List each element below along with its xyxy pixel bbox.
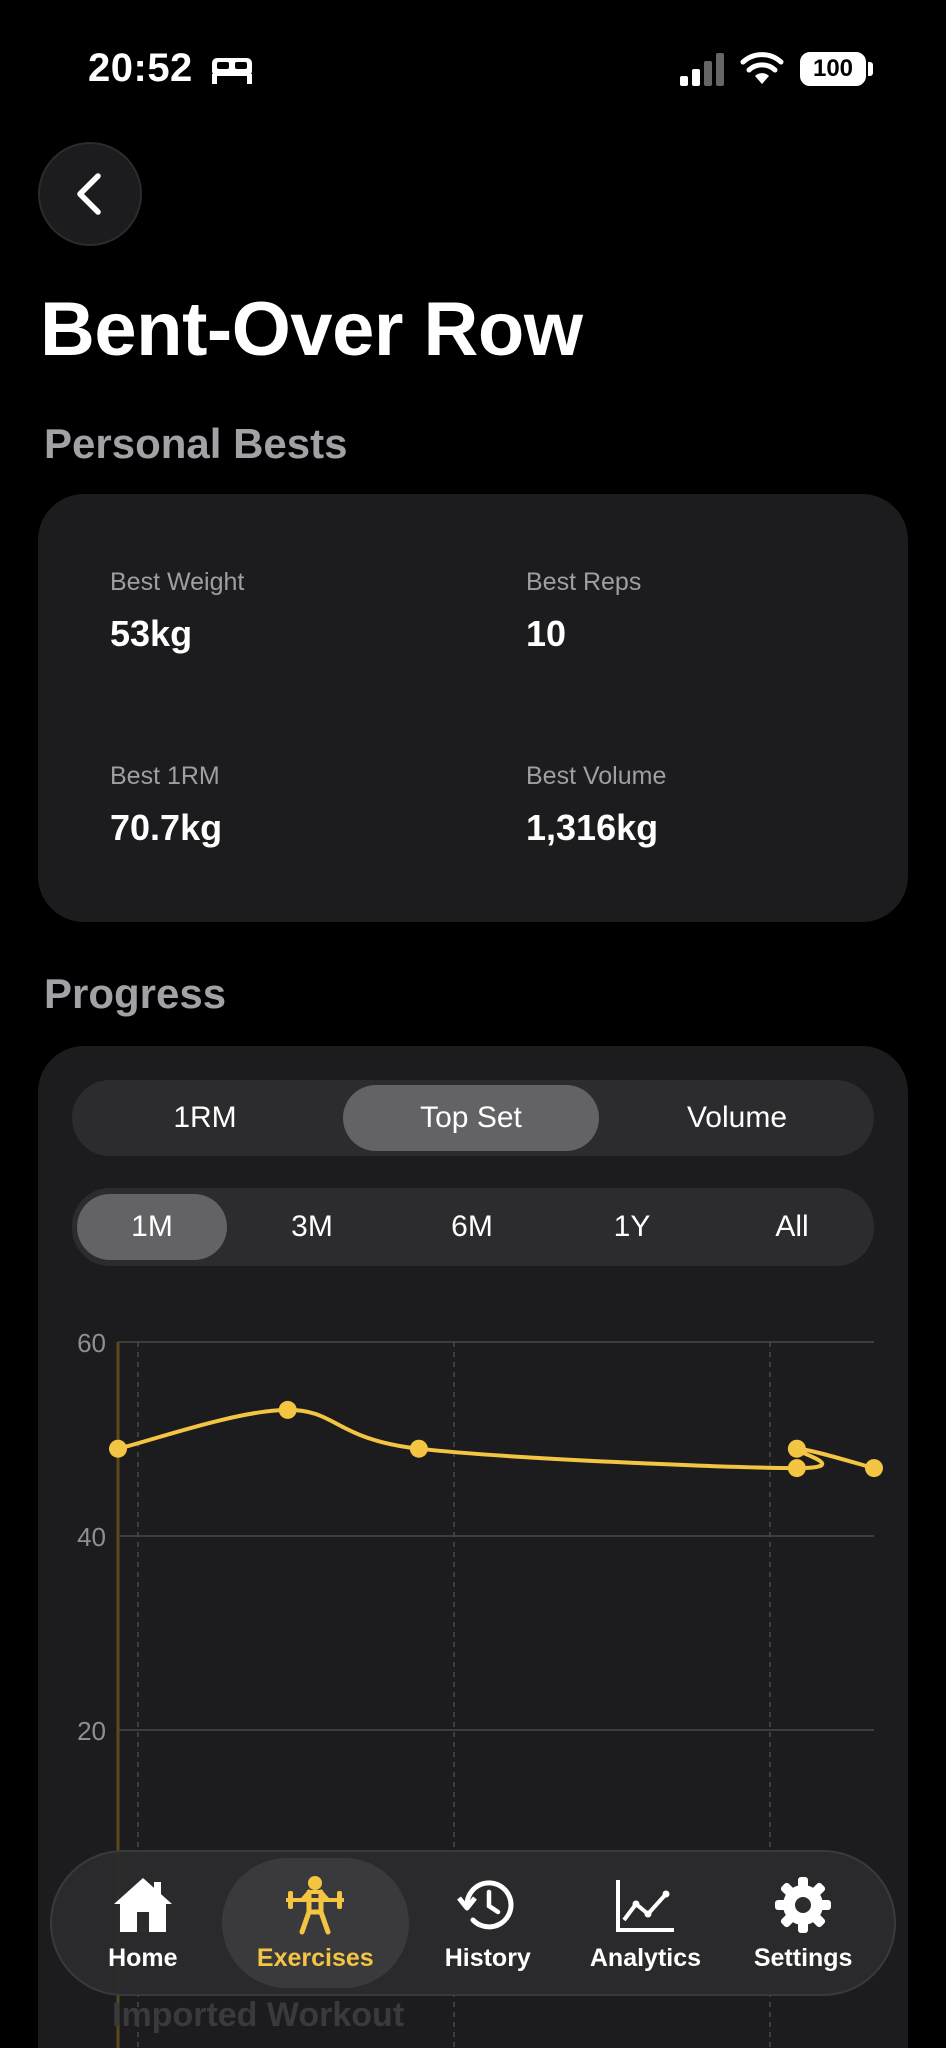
history-icon: [456, 1879, 514, 1929]
weightlifter-icon: [286, 1875, 345, 1934]
battery-level: 100: [812, 55, 854, 82]
stat-value: 10: [526, 613, 567, 654]
metric-segmented-control: 1RM Top Set Volume: [72, 1080, 874, 1156]
status-time: 20:52: [88, 46, 193, 90]
data-point: [865, 1459, 883, 1478]
signal-icon: [680, 53, 724, 86]
tab-label: Settings: [753, 1943, 853, 1972]
tab-label: Analytics: [589, 1943, 702, 1972]
bed-icon: [212, 58, 252, 84]
range-tab-all[interactable]: All: [717, 1194, 867, 1260]
tab-bar: Home Exercises History Analytics Setting…: [50, 1850, 896, 1996]
tab-analytics[interactable]: Analytics: [567, 1858, 725, 1988]
tab-label: Home: [108, 1943, 178, 1972]
tab-label: Exercises: [256, 1943, 374, 1972]
metric-tab-1rm[interactable]: 1RM: [77, 1085, 333, 1151]
data-point: [278, 1400, 297, 1419]
personal-bests-card: Best Weight 53kg Best Reps 10 Best 1RM 7…: [38, 494, 908, 922]
data-point: [409, 1439, 428, 1458]
status-bar: 20:52 100: [0, 0, 946, 140]
y-tick-label: 40: [77, 1522, 106, 1552]
range-tab-6m[interactable]: 6M: [397, 1194, 547, 1260]
metric-tab-top-set[interactable]: Top Set: [343, 1085, 599, 1151]
battery-icon: 100: [800, 52, 866, 86]
best-1rm-stat: Best 1RM 70.7kg: [110, 762, 222, 849]
range-tab-1y[interactable]: 1Y: [557, 1194, 707, 1260]
stat-value: 70.7kg: [110, 807, 223, 848]
best-reps-stat: Best Reps 10: [526, 568, 641, 655]
wifi-icon: [740, 52, 784, 84]
home-icon: [113, 1877, 172, 1932]
best-weight-stat: Best Weight 53kg: [110, 568, 244, 655]
tab-label: History: [444, 1943, 531, 1972]
imported-workout-label: Imported Workout: [112, 1996, 405, 2034]
progress-title: Progress: [44, 970, 227, 1017]
stat-label: Best Weight: [110, 568, 245, 596]
analytics-icon: [616, 1879, 675, 1932]
range-tab-3m[interactable]: 3M: [237, 1194, 387, 1260]
range-segmented-control: 1M 3M 6M 1Y All: [72, 1188, 874, 1266]
page-title: Bent-Over Row: [40, 287, 583, 372]
personal-bests-title: Personal Bests: [44, 420, 348, 467]
stat-label: Best Reps: [526, 568, 642, 596]
tab-settings[interactable]: Settings: [724, 1858, 882, 1988]
back-button[interactable]: [38, 142, 142, 246]
tab-home[interactable]: Home: [64, 1858, 222, 1988]
tab-exercises[interactable]: Exercises: [221, 1858, 409, 1988]
stat-label: Best Volume: [526, 762, 667, 790]
y-tick-label: 20: [77, 1716, 106, 1746]
data-point: [787, 1459, 806, 1478]
stat-value: 53kg: [110, 613, 193, 654]
data-point: [109, 1439, 127, 1458]
gear-icon: [775, 1876, 832, 1933]
data-point: [787, 1439, 806, 1458]
y-tick-label: 60: [77, 1328, 106, 1358]
range-tab-1m[interactable]: 1M: [77, 1194, 227, 1260]
series-line: [117, 1407, 875, 1471]
best-volume-stat: Best Volume 1,316kg: [526, 762, 666, 849]
chevron-left-icon: [77, 173, 101, 215]
tab-history[interactable]: History: [409, 1858, 567, 1988]
metric-tab-volume[interactable]: Volume: [609, 1085, 865, 1151]
stat-label: Best 1RM: [110, 762, 220, 790]
battery-tip: [868, 62, 873, 76]
stat-value: 1,316kg: [526, 807, 659, 848]
